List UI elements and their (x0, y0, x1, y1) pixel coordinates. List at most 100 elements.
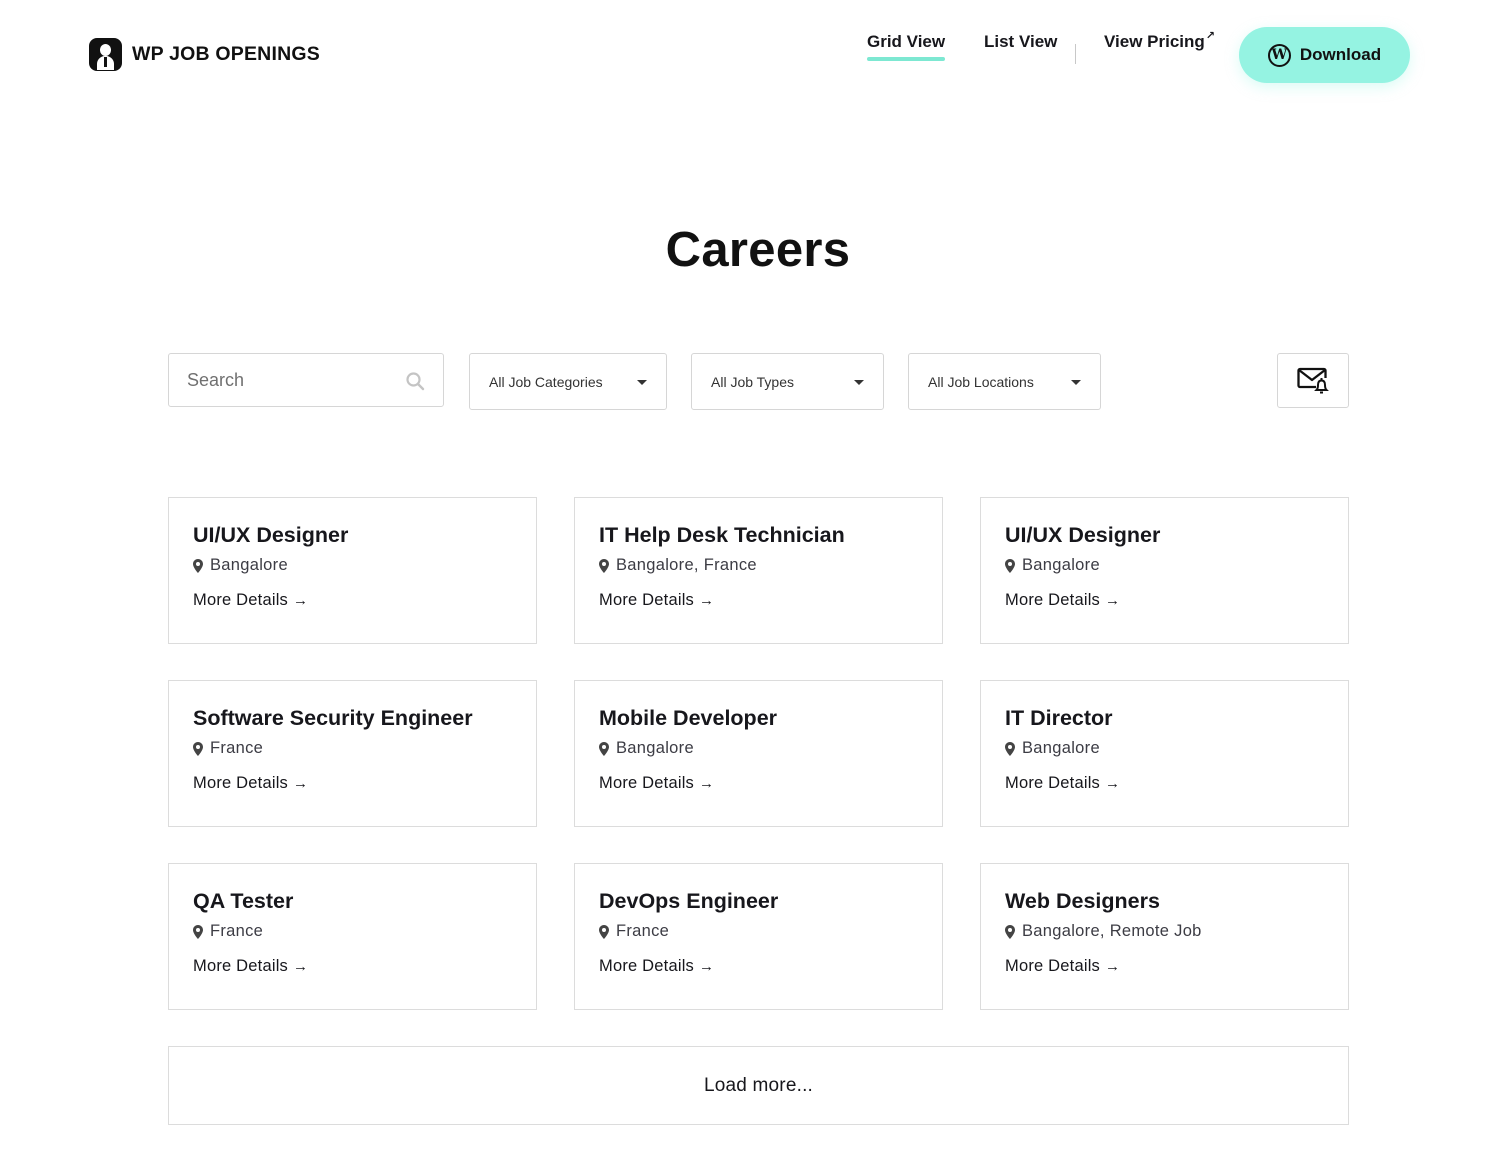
job-card[interactable]: Mobile Developer Bangalore More Details → (574, 680, 943, 827)
job-category-select[interactable]: All Job Categories (469, 353, 667, 410)
more-details-link[interactable]: More Details → (1005, 774, 1120, 793)
site-header: WP JOB OPENINGS Grid View List View View… (0, 0, 1500, 110)
job-location: Bangalore (193, 556, 512, 575)
page-title: Careers (665, 223, 851, 277)
more-details-label: More Details (1005, 957, 1101, 975)
job-location: France (599, 922, 918, 941)
job-location: France (193, 922, 512, 941)
download-label: Download (1299, 45, 1382, 64)
more-details-link[interactable]: More Details → (193, 957, 308, 976)
map-pin-icon (599, 741, 609, 756)
job-location: Bangalore (599, 739, 918, 758)
job-card[interactable]: Web Designers Bangalore, Remote Job More… (980, 863, 1349, 1010)
map-pin-icon (193, 924, 203, 939)
more-details-link[interactable]: More Details → (599, 957, 714, 976)
job-type-value: All Job Types (711, 373, 795, 390)
arrow-right-icon: → (699, 958, 715, 975)
job-location-text: France (210, 739, 264, 757)
search-field[interactable] (168, 353, 444, 407)
job-title: UI/UX Designer (193, 523, 349, 547)
job-location-text: France (210, 922, 264, 940)
more-details-link[interactable]: More Details → (1005, 957, 1120, 976)
arrow-right-icon: → (293, 958, 309, 975)
arrow-right-icon: → (699, 592, 715, 609)
more-details-link[interactable]: More Details → (1005, 591, 1120, 610)
search-icon (406, 372, 425, 391)
map-pin-icon (193, 558, 203, 573)
nav-grid-view[interactable]: Grid View (867, 32, 946, 61)
job-location-text: Bangalore (210, 556, 288, 574)
nav-view-pricing[interactable]: View Pricing↗ (1104, 30, 1215, 52)
brand-logo[interactable]: WP JOB OPENINGS (89, 38, 320, 71)
mail-bell-icon (1297, 367, 1329, 393)
job-location-text: France (616, 922, 670, 940)
job-alert-button[interactable] (1277, 353, 1349, 408)
map-pin-icon (599, 558, 609, 573)
job-card[interactable]: Software Security Engineer France More D… (168, 680, 537, 827)
job-location-text: Bangalore (1022, 739, 1100, 757)
job-type-select[interactable]: All Job Types (691, 353, 884, 410)
more-details-link[interactable]: More Details → (193, 591, 308, 610)
more-details-label: More Details (193, 774, 289, 792)
job-location-text: Bangalore (616, 739, 694, 757)
job-title: QA Tester (193, 889, 294, 913)
map-pin-icon (599, 924, 609, 939)
job-location: Bangalore, France (599, 556, 918, 575)
map-pin-icon (1005, 741, 1015, 756)
job-card[interactable]: UI/UX Designer Bangalore More Details → (168, 497, 537, 644)
download-button[interactable]: W Download (1239, 27, 1410, 83)
more-details-label: More Details (1005, 591, 1101, 609)
job-title: DevOps Engineer (599, 889, 779, 913)
more-details-label: More Details (599, 957, 695, 975)
more-details-label: More Details (193, 957, 289, 975)
job-card[interactable]: IT Director Bangalore More Details → (980, 680, 1349, 827)
more-details-link[interactable]: More Details → (599, 591, 714, 610)
job-location-text: Bangalore, Remote Job (1022, 922, 1202, 940)
job-category-value: All Job Categories (489, 373, 603, 390)
job-location-select[interactable]: All Job Locations (908, 353, 1101, 410)
job-location-text: Bangalore (1022, 556, 1100, 574)
job-title: Software Security Engineer (193, 706, 473, 730)
more-details-link[interactable]: More Details → (193, 774, 308, 793)
caret-down-icon (637, 380, 647, 385)
job-location: Bangalore (1005, 739, 1324, 758)
map-pin-icon (193, 741, 203, 756)
search-input[interactable] (187, 369, 397, 391)
arrow-right-icon: → (293, 592, 309, 609)
job-location-text: Bangalore, France (616, 556, 757, 574)
job-card[interactable]: IT Help Desk Technician Bangalore, Franc… (574, 497, 943, 644)
map-pin-icon (1005, 558, 1015, 573)
nav-view-pricing-label: View Pricing (1104, 32, 1205, 51)
more-details-label: More Details (599, 591, 695, 609)
job-title: UI/UX Designer (1005, 523, 1161, 547)
external-link-icon: ↗ (1205, 30, 1215, 42)
job-title: Mobile Developer (599, 706, 778, 730)
arrow-right-icon: → (1105, 958, 1121, 975)
caret-down-icon (1071, 380, 1081, 385)
job-card[interactable]: QA Tester France More Details → (168, 863, 537, 1010)
job-title: IT Help Desk Technician (599, 523, 845, 547)
nav-divider (1075, 44, 1076, 64)
arrow-right-icon: → (293, 775, 309, 792)
more-details-label: More Details (193, 591, 289, 609)
job-title: Web Designers (1005, 889, 1160, 913)
more-details-link[interactable]: More Details → (599, 774, 714, 793)
more-details-label: More Details (599, 774, 695, 792)
job-location: France (193, 739, 512, 758)
job-location-value: All Job Locations (928, 373, 1034, 390)
arrow-right-icon: → (1105, 775, 1121, 792)
job-location: Bangalore (1005, 556, 1324, 575)
job-location: Bangalore, Remote Job (1005, 922, 1324, 941)
load-more-button[interactable]: Load more... (168, 1046, 1349, 1125)
map-pin-icon (1005, 924, 1015, 939)
wordpress-icon: W (1267, 43, 1291, 67)
more-details-label: More Details (1005, 774, 1101, 792)
arrow-right-icon: → (1105, 592, 1121, 609)
job-card[interactable]: UI/UX Designer Bangalore More Details → (980, 497, 1349, 644)
arrow-right-icon: → (699, 775, 715, 792)
nav-list-view[interactable]: List View (984, 32, 1057, 52)
user-badge-icon (89, 38, 122, 71)
brand-name: WP JOB OPENINGS (132, 43, 320, 65)
job-title: IT Director (1005, 706, 1113, 730)
job-card[interactable]: DevOps Engineer France More Details → (574, 863, 943, 1010)
